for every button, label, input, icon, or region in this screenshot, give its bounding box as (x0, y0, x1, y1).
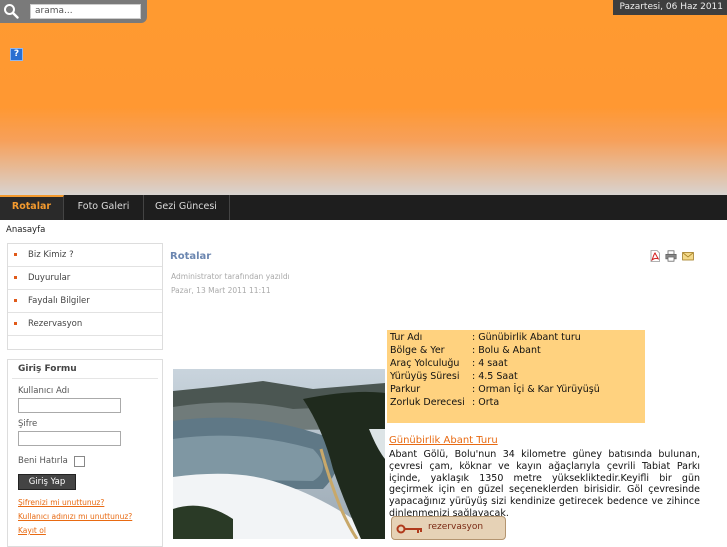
register-link[interactable]: Kayıt ol (18, 526, 46, 535)
sidebar-menu: Biz Kimiz ? Duyurular Faydalı Bilgiler R… (7, 243, 163, 350)
bullet-icon (14, 276, 17, 279)
info-value: : 4.5 Saat (472, 371, 518, 382)
sidebar-item-biz-kimiz[interactable]: Biz Kimiz ? (8, 244, 162, 267)
info-value: : Bolu & Abant (472, 345, 541, 356)
sidebar-item-rezervasyon[interactable]: Rezervasyon (8, 313, 162, 336)
info-value: : 4 saat (472, 358, 508, 369)
reservation-button[interactable]: rezervasyon (391, 516, 506, 540)
bullet-icon (14, 253, 17, 256)
forgot-username-link[interactable]: Kullanıcı adınızı mı unuttunuz? (18, 512, 132, 521)
remember-label: Beni Hatırla (18, 456, 68, 466)
sidebar-item-label: Rezervasyon (28, 319, 83, 329)
bullet-icon (14, 322, 17, 325)
info-key: Araç Yolculuğu (390, 358, 460, 369)
info-value: : Günübirlik Abant turu (472, 332, 581, 343)
key-icon (396, 524, 422, 534)
sidebar-item-label: Faydalı Bilgiler (28, 296, 90, 306)
info-key: Parkur (390, 384, 421, 395)
info-key: Tur Adı (390, 332, 423, 343)
email-icon[interactable] (682, 250, 694, 262)
nav-item-gezi-guncesi[interactable]: Gezi Güncesi (143, 195, 230, 220)
main-nav: Rotalar Foto Galeri Gezi Güncesi (0, 195, 727, 220)
search-input[interactable]: arama... (30, 4, 141, 19)
nav-item-foto-galeri[interactable]: Foto Galeri (64, 195, 144, 220)
username-label: Kullanıcı Adı (18, 386, 70, 396)
search-icon[interactable] (3, 3, 19, 19)
current-date: Pazartesi, 06 Haz 2011 (613, 0, 727, 15)
divider (12, 378, 158, 379)
search-box: arama... (0, 0, 147, 23)
info-key: Yürüyüş Süresi (390, 371, 460, 382)
pdf-icon[interactable] (649, 250, 661, 262)
password-label: Şifre (18, 419, 38, 429)
print-icon[interactable] (665, 250, 677, 262)
breadcrumb[interactable]: Anasayfa (6, 225, 45, 235)
sidebar-item-faydali-bilgiler[interactable]: Faydalı Bilgiler (8, 290, 162, 313)
article-author: Administrator tarafından yazıldı (171, 272, 290, 281)
info-value: : Orta (472, 397, 500, 408)
login-button[interactable]: Giriş Yap (18, 474, 76, 490)
reservation-button-label: rezervasyon (428, 522, 484, 532)
abant-lake-photo (173, 369, 385, 539)
password-field[interactable] (18, 431, 121, 446)
tour-description: Abant Gölü, Bolu'nun 34 kilometre güney … (389, 449, 700, 519)
info-value: : Orman İçi & Kar Yürüyüşü (472, 384, 600, 395)
login-form: Giriş Formu Kullanıcı Adı Şifre Beni Hat… (7, 359, 163, 547)
forgot-password-link[interactable]: Şifrenizi mi unuttunuz? (18, 498, 104, 507)
tour-link[interactable]: Günübirlik Abant Turu (389, 435, 498, 446)
bullet-icon (14, 299, 17, 302)
remember-checkbox[interactable] (74, 456, 85, 467)
nav-item-rotalar[interactable]: Rotalar (0, 195, 64, 220)
info-key: Bölge & Yer (390, 345, 445, 356)
info-key: Zorluk Derecesi (390, 397, 465, 408)
login-title: Giriş Formu (18, 364, 77, 374)
help-icon[interactable]: ? (10, 48, 23, 61)
sidebar-item-duyurular[interactable]: Duyurular (8, 267, 162, 290)
article-title[interactable]: Rotalar (170, 251, 211, 262)
sidebar-item-label: Duyurular (28, 273, 71, 283)
tour-info-box: Tur Adı : Günübirlik Abant turu Bölge & … (387, 330, 645, 423)
site-header (0, 0, 727, 195)
article-date: Pazar, 13 Mart 2011 11:11 (171, 286, 271, 295)
sidebar-item-label: Biz Kimiz ? (28, 250, 74, 260)
username-field[interactable] (18, 398, 121, 413)
